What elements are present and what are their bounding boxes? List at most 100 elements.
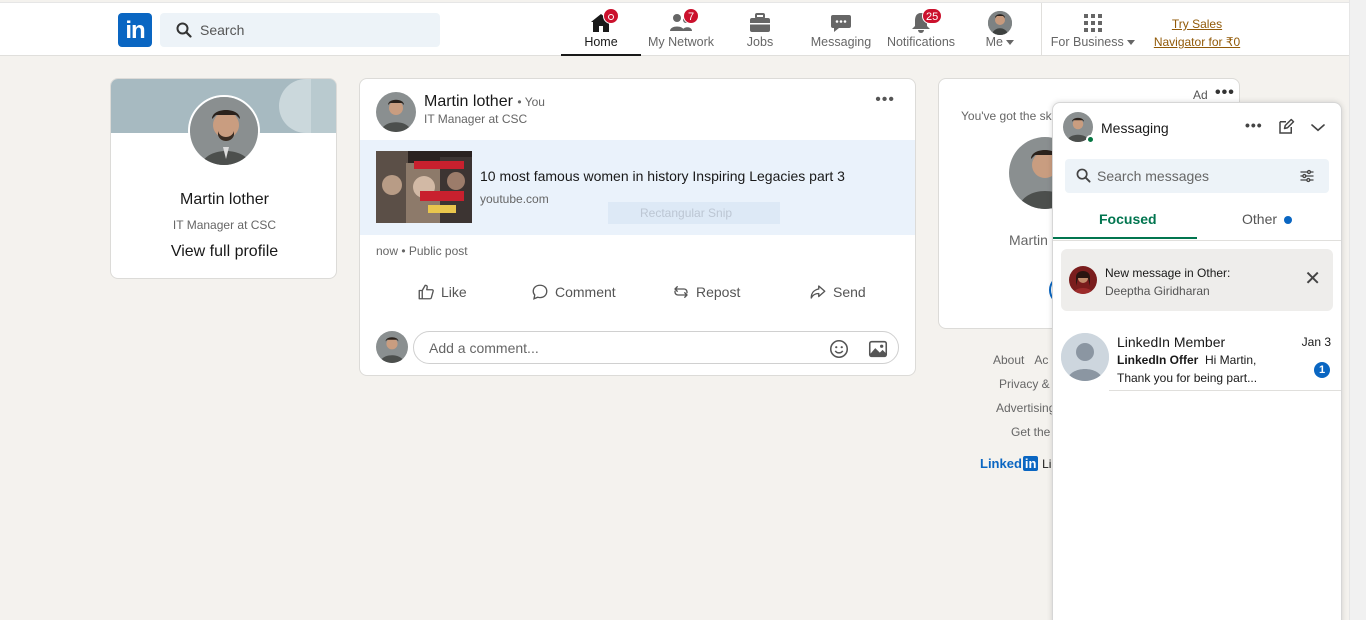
me-label-text: Me [985, 35, 1003, 49]
ad-text: You've got the ski [961, 109, 1055, 123]
footer-brand-badge: in [1022, 456, 1039, 471]
footer-get-app-link[interactable]: Get the [975, 420, 1055, 444]
send-arrow-icon [810, 285, 826, 299]
footer-links: About Ac Privacy & Advertising Get the [975, 348, 1055, 444]
grid-apps-icon [1084, 14, 1102, 32]
footer-brand-tail: Li [1042, 457, 1052, 471]
video-thumbnail[interactable] [376, 151, 472, 223]
messages-search-box[interactable]: Search messages [1065, 159, 1329, 193]
profile-headline: IT Manager at CSC [172, 218, 277, 232]
post-author-headline: IT Manager at CSC [424, 112, 528, 126]
feed-post: Martin lother • You IT Manager at CSC ••… [359, 78, 916, 376]
nav-jobs-label: Jobs [746, 35, 774, 49]
linkedin-logo-icon[interactable]: in [118, 13, 152, 47]
try-sales-navigator-link[interactable]: Try Sales Navigator for ₹0 [1150, 15, 1244, 51]
notifications-badge: 25 [922, 8, 943, 24]
post-more-options-icon[interactable]: ••• [875, 91, 895, 109]
view-full-profile-link[interactable]: View full profile [111, 243, 336, 261]
profile-avatar[interactable] [188, 95, 260, 167]
post-author-avatar[interactable] [376, 92, 416, 132]
conversation-preview-line1: LinkedIn Offer Hi Martin, [1117, 353, 1256, 367]
tab-other-label: Other [1242, 211, 1278, 227]
like-button[interactable]: Like [417, 283, 467, 301]
comment-row: Add a comment... [360, 329, 915, 369]
conversation-name: LinkedIn Member [1117, 334, 1226, 350]
footer-about-link[interactable]: About [993, 353, 1024, 367]
footer-linkedin-logo: Linked in Li [980, 456, 1051, 471]
conversation-preview-start: Hi Martin, [1205, 353, 1257, 367]
footer-privacy-link[interactable]: Privacy & [975, 372, 1055, 396]
unread-dot [1284, 216, 1293, 225]
ad-more-options-icon[interactable]: ••• [1215, 84, 1235, 102]
messaging-header[interactable]: Messaging ••• [1053, 103, 1341, 153]
profile-name[interactable]: Martin lother [111, 191, 336, 209]
comment-icon [532, 284, 548, 300]
nav-me-label: Me [973, 35, 1027, 49]
briefcase-icon [750, 13, 770, 32]
nav-messaging[interactable]: Messaging [805, 3, 877, 56]
thumbs-up-icon [418, 284, 434, 300]
page-scrollbar[interactable] [1349, 0, 1366, 620]
unread-count-badge: 1 [1314, 362, 1330, 378]
messaging-more-icon[interactable]: ••• [1245, 117, 1263, 133]
nav-for-business[interactable]: For Business [1050, 3, 1136, 56]
link-title[interactable]: 10 most famous women in history Inspirin… [480, 168, 845, 184]
close-icon[interactable]: ✕ [1304, 269, 1321, 289]
tab-other[interactable]: Other [1242, 211, 1293, 227]
global-search-box[interactable] [160, 13, 440, 47]
notice-sender: Deeptha Giridharan [1105, 284, 1210, 298]
ad-label: Ad [1193, 88, 1208, 102]
nav-notifications[interactable]: 25 Notifications [884, 3, 958, 56]
tab-focused-underline [1053, 237, 1197, 239]
footer-accessibility-link[interactable]: Ac [1034, 353, 1048, 367]
conversation-sender: LinkedIn Offer [1117, 353, 1199, 367]
nav-messaging-label: Messaging [810, 35, 872, 49]
search-icon [176, 22, 192, 38]
post-meta: now • Public post [376, 244, 468, 258]
conversation-divider [1109, 390, 1341, 391]
like-label: Like [441, 284, 467, 300]
for-business-text: For Business [1050, 35, 1124, 49]
post-actions-bar: Like Comment Repost Send [360, 275, 915, 315]
compose-icon[interactable] [1277, 118, 1295, 136]
repost-label: Repost [696, 284, 741, 300]
new-message-notice[interactable]: New message in Other: Deeptha Giridharan… [1061, 249, 1333, 311]
filter-sliders-icon[interactable] [1299, 168, 1315, 184]
chevron-down-icon[interactable] [1309, 119, 1327, 137]
post-author[interactable]: Martin lother • You [424, 93, 545, 111]
me-avatar [988, 11, 1012, 35]
image-icon[interactable] [867, 338, 889, 360]
post-link-preview[interactable]: 10 most famous women in history Inspirin… [360, 140, 915, 235]
messages-search-placeholder: Search messages [1097, 168, 1210, 184]
profile-card: Martin lother IT Manager at CSC View ful… [110, 78, 337, 279]
rectangular-snip-overlay: Rectangular Snip [608, 202, 780, 224]
nav-jobs[interactable]: Jobs [730, 3, 790, 56]
conversation-item[interactable]: LinkedIn Member Jan 3 LinkedIn Offer Hi … [1053, 329, 1341, 391]
tab-focused[interactable]: Focused [1099, 211, 1157, 227]
nav-home[interactable]: Home [561, 3, 641, 56]
repost-button[interactable]: Repost [672, 283, 740, 301]
nav-me[interactable]: Me [973, 3, 1027, 56]
global-search-input[interactable] [200, 13, 430, 47]
search-icon [1076, 168, 1091, 183]
repost-icon [674, 286, 688, 298]
network-badge: 7 [683, 8, 699, 24]
comment-placeholder: Add a comment... [429, 340, 539, 356]
send-button[interactable]: Send [809, 283, 866, 301]
post-author-name[interactable]: Martin lother [424, 93, 513, 110]
home-notification-dot [603, 8, 619, 24]
commenter-avatar [376, 331, 408, 363]
nav-my-network[interactable]: 7 My Network [643, 3, 719, 56]
conversation-avatar [1061, 333, 1109, 381]
nav-divider [1041, 3, 1042, 56]
conversation-date: Jan 3 [1301, 335, 1331, 349]
post-you-tag: • You [517, 95, 545, 109]
emoji-icon[interactable] [828, 338, 850, 360]
online-status-dot [1086, 135, 1095, 144]
footer-brand-text: Linked [980, 456, 1022, 471]
chat-bubble-icon [831, 15, 851, 32]
footer-advertising-link[interactable]: Advertising [975, 396, 1055, 420]
nav-notifications-label: Notifications [886, 35, 956, 49]
add-comment-input[interactable]: Add a comment... [413, 331, 899, 364]
comment-button[interactable]: Comment [531, 283, 616, 301]
